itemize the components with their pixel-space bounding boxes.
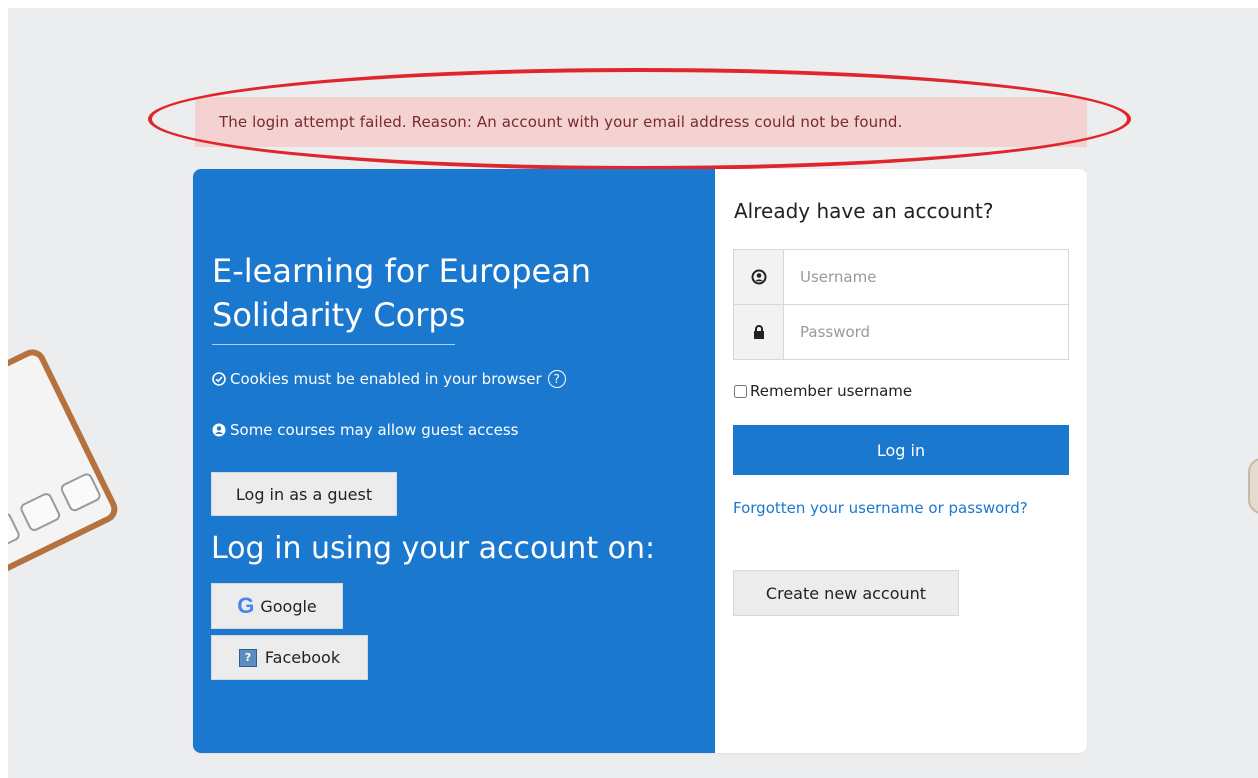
keyboard-illustration <box>8 344 123 582</box>
lock-icon <box>734 305 784 359</box>
login-heading: Already have an account? <box>734 199 994 223</box>
username-input[interactable] <box>784 250 1068 304</box>
forgot-password-link[interactable]: Forgotten your username or password? <box>733 495 1033 521</box>
guest-access-notice: Some courses may allow guest access <box>212 421 519 439</box>
login-card: E-learning for European Solidarity Corps… <box>193 169 1087 753</box>
cookies-notice: Cookies must be enabled in your browser … <box>212 370 566 388</box>
password-field <box>733 304 1069 360</box>
username-field <box>733 249 1069 305</box>
remember-checkbox[interactable] <box>734 384 747 398</box>
cookies-text: Cookies must be enabled in your browser <box>230 370 542 388</box>
help-icon[interactable]: ? <box>547 370 566 388</box>
google-login-button[interactable]: G Google <box>211 583 343 629</box>
login-error-alert: The login attempt failed. Reason: An acc… <box>195 97 1087 147</box>
create-account-button[interactable]: Create new account <box>733 570 959 616</box>
facebook-login-button[interactable]: ? Facebook <box>211 635 368 680</box>
facebook-label: Facebook <box>264 648 341 667</box>
guest-info-text: Some courses may allow guest access <box>230 421 519 439</box>
remember-label: Remember username <box>750 382 913 400</box>
title-divider <box>212 344 455 345</box>
login-button[interactable]: Log in <box>733 425 1069 475</box>
login-form-panel: Already have an account? Remember userna… <box>715 169 1087 753</box>
google-label: Google <box>260 596 317 616</box>
page-background: The login attempt failed. Reason: An acc… <box>8 8 1258 778</box>
user-icon <box>734 250 784 304</box>
password-input[interactable] <box>784 305 1068 359</box>
check-circle-icon <box>212 372 226 386</box>
mug-illustration <box>1248 458 1258 514</box>
oauth-heading: Log in using your account on: <box>211 531 656 566</box>
site-info-panel: E-learning for European Solidarity Corps… <box>193 169 715 753</box>
user-circle-icon <box>212 423 226 437</box>
site-title: E-learning for European Solidarity Corps <box>212 252 592 334</box>
remember-username[interactable]: Remember username <box>734 382 912 400</box>
facebook-icon: ? <box>238 648 257 667</box>
guest-login-button[interactable]: Log in as a guest <box>211 472 397 516</box>
alert-message: The login attempt failed. Reason: An acc… <box>219 113 903 131</box>
google-icon: G <box>237 593 255 618</box>
